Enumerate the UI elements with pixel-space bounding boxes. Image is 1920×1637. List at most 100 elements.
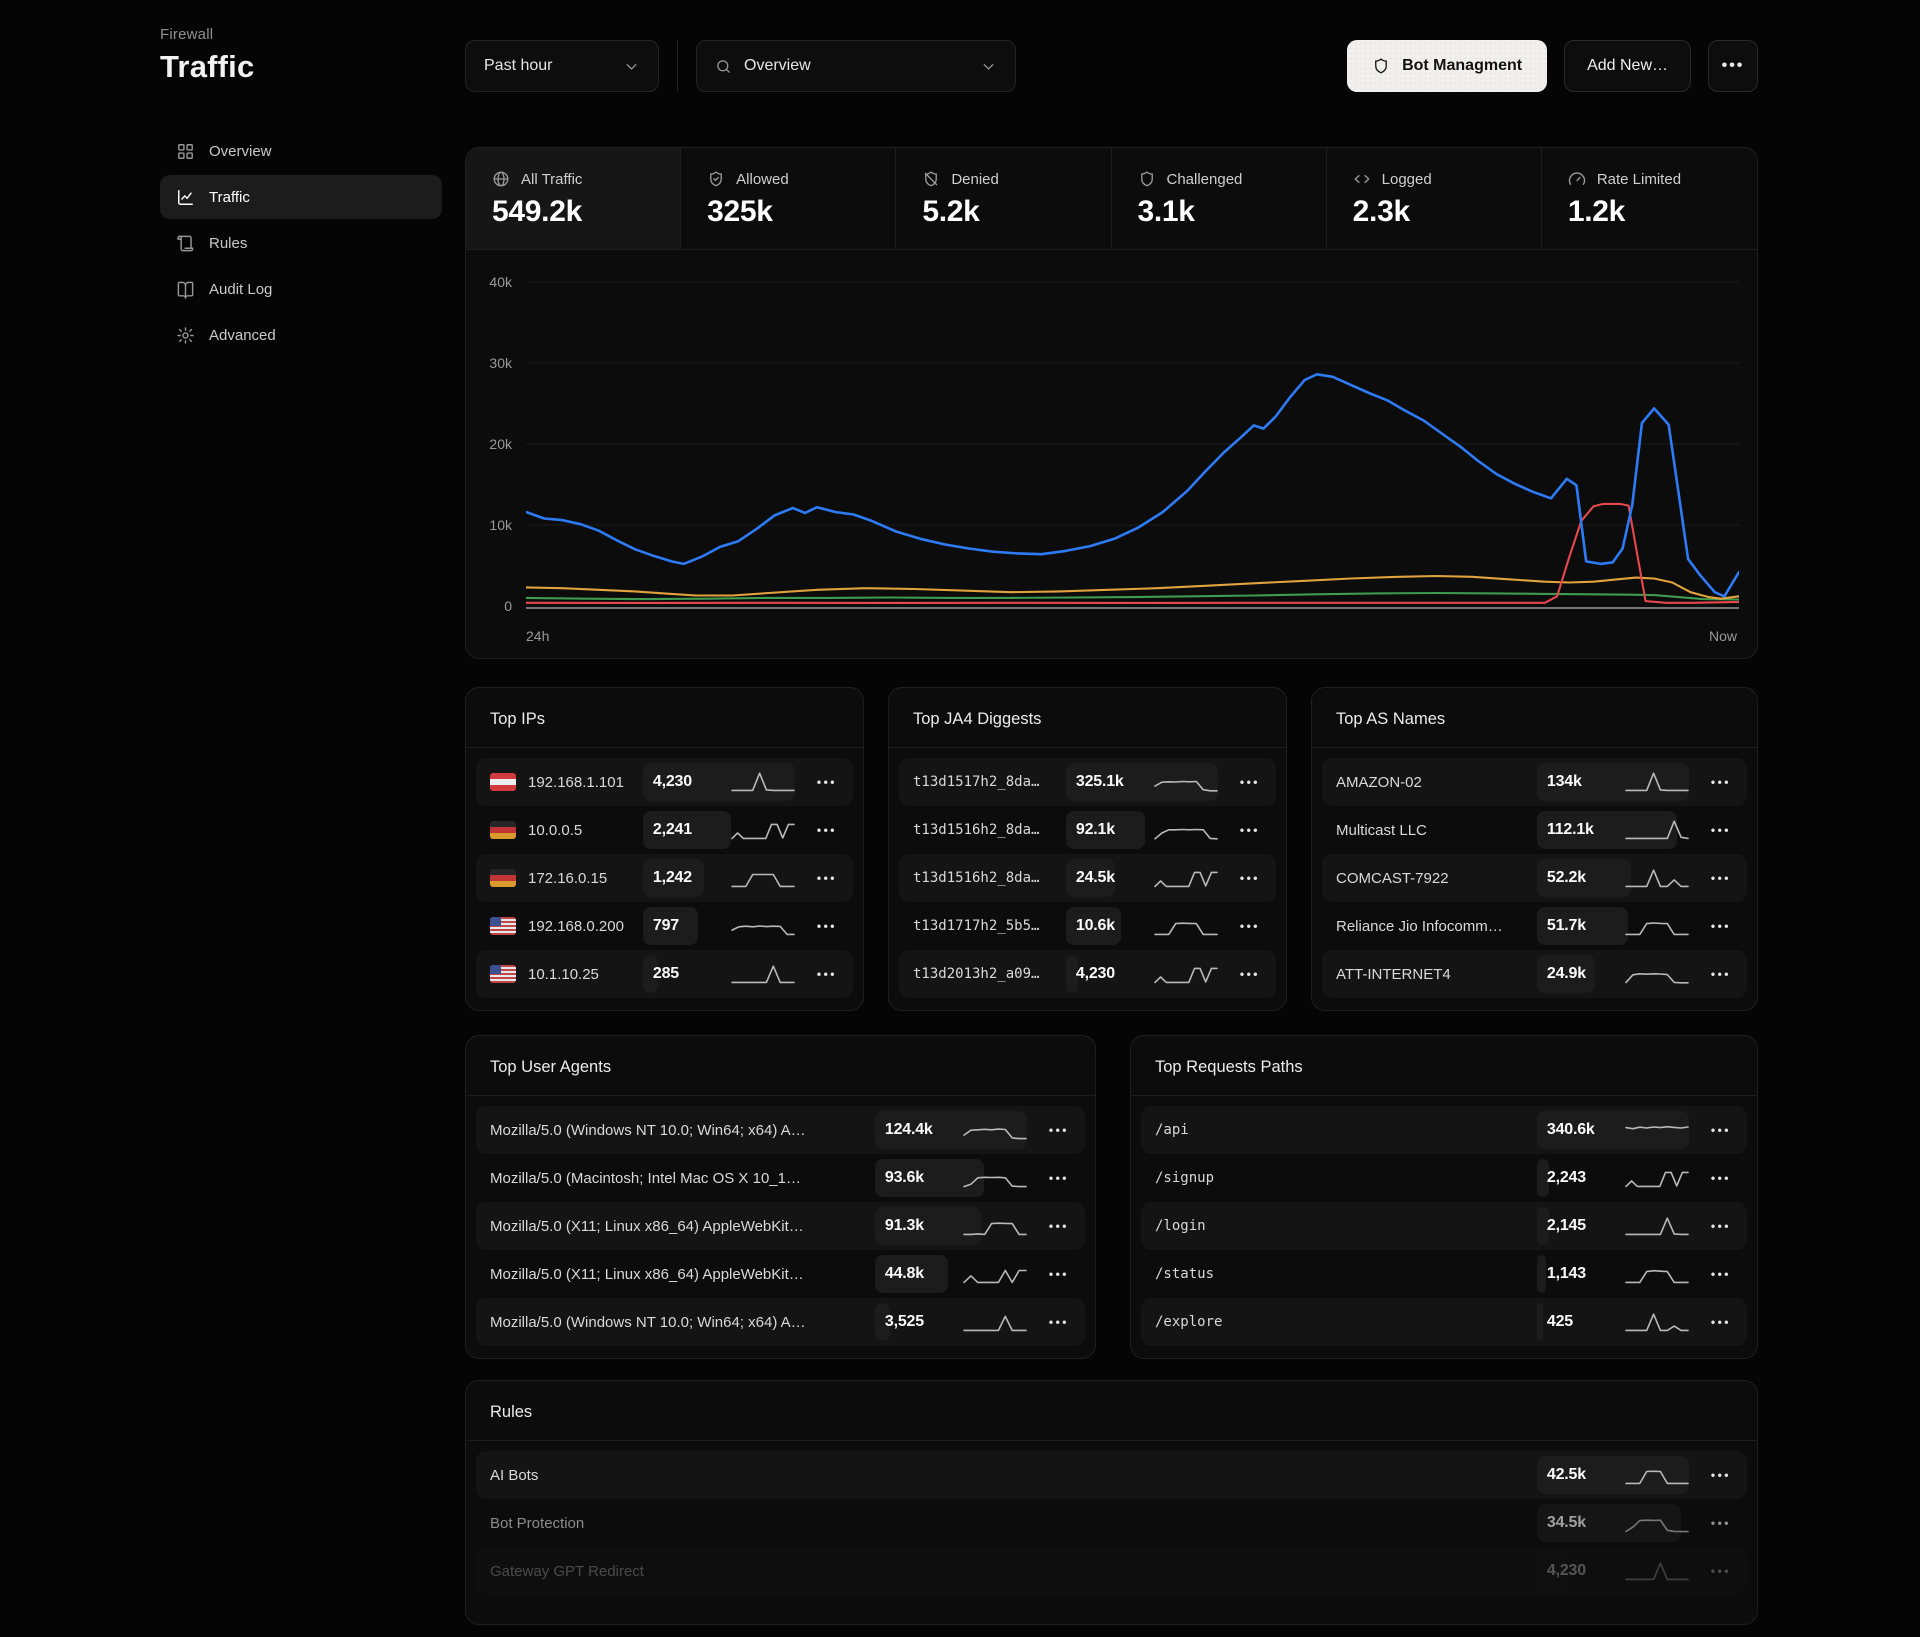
row-more-button[interactable]: ••• [1230, 967, 1266, 981]
row-metric: 24.9k [1537, 955, 1689, 993]
row-more-button[interactable]: ••• [1230, 871, 1266, 885]
row-metric: 44.8k [875, 1255, 1027, 1293]
sparkline [1625, 1462, 1689, 1488]
row-more-button[interactable]: ••• [1701, 1123, 1737, 1137]
rule-label: Gateway GPT Redirect [490, 1563, 1525, 1580]
sparkline [1154, 817, 1218, 843]
table-row[interactable]: /status 1,143 ••• [1141, 1250, 1747, 1298]
row-more-button[interactable]: ••• [1701, 1171, 1737, 1185]
row-more-button[interactable]: ••• [807, 967, 843, 981]
row-more-button[interactable]: ••• [1039, 1219, 1075, 1233]
row-metric: 4,230 [643, 763, 795, 801]
table-row[interactable]: t13d2013h2_a09… 4,230 ••• [899, 950, 1276, 998]
table-row[interactable]: Bot Protection 34.5k ••• [476, 1499, 1747, 1547]
row-more-button[interactable]: ••• [807, 823, 843, 837]
stat-tab-rate-limited[interactable]: Rate Limited 1.2k [1542, 148, 1757, 249]
sidebar-item-traffic[interactable]: Traffic [160, 175, 442, 219]
row-value: 44.8k [875, 1265, 924, 1283]
bot-management-button[interactable]: Bot Managment [1347, 40, 1547, 92]
table-row[interactable]: t13d1717h2_5b5… 10.6k ••• [899, 902, 1276, 950]
top-ja4-rows: t13d1517h2_8da… 325.1k ••• t13d1516h2_8d… [889, 748, 1286, 1010]
table-row[interactable]: /explore 425 ••• [1141, 1298, 1747, 1346]
table-row[interactable]: 172.16.0.15 1,242 ••• [476, 854, 853, 902]
stat-tab-all-traffic[interactable]: All Traffic 549.2k [466, 148, 681, 249]
table-row[interactable]: /login 2,145 ••• [1141, 1202, 1747, 1250]
stat-tab-challenged[interactable]: Challenged 3.1k [1112, 148, 1327, 249]
chart-canvas [526, 278, 1739, 618]
toolbar-divider [677, 40, 678, 92]
row-more-button[interactable]: ••• [1230, 823, 1266, 837]
row-more-button[interactable]: ••• [1039, 1315, 1075, 1329]
table-row[interactable]: Mozilla/5.0 (Macintosh; Intel Mac OS X 1… [476, 1154, 1085, 1202]
row-value: 2,145 [1537, 1217, 1586, 1235]
toolbar: Past hour Overview Bot Managment Add New… [465, 40, 1758, 92]
sidebar-item-overview[interactable]: Overview [160, 129, 442, 173]
table-row[interactable]: COMCAST-7922 52.2k ••• [1322, 854, 1747, 902]
stat-tab-denied[interactable]: Denied 5.2k [896, 148, 1111, 249]
stat-tab-allowed[interactable]: Allowed 325k [681, 148, 896, 249]
table-row[interactable]: Mozilla/5.0 (Windows NT 10.0; Win64; x64… [476, 1298, 1085, 1346]
table-row[interactable]: 192.168.0.200 797 ••• [476, 902, 853, 950]
user-agent-label: Mozilla/5.0 (X11; Linux x86_64) AppleWeb… [490, 1266, 863, 1283]
table-row[interactable]: t13d1516h2_8da… 24.5k ••• [899, 854, 1276, 902]
table-row[interactable]: 10.0.0.5 2,241 ••• [476, 806, 853, 854]
table-row[interactable]: 10.1.10.25 285 ••• [476, 950, 853, 998]
view-search-select[interactable]: Overview [696, 40, 1016, 92]
row-more-button[interactable]: ••• [1701, 1468, 1737, 1482]
row-more-button[interactable]: ••• [1701, 967, 1737, 981]
traffic-line-chart[interactable]: 40k 30k 20k 10k 0 [526, 278, 1739, 618]
table-row[interactable]: AI Bots 42.5k ••• [476, 1451, 1747, 1499]
row-more-button[interactable]: ••• [1701, 1219, 1737, 1233]
sidebar-item-audit-log[interactable]: Audit Log [160, 267, 442, 311]
x-axis-labels: 24h Now [526, 628, 1737, 644]
row-more-button[interactable]: ••• [1701, 1516, 1737, 1530]
sparkline [1625, 1165, 1689, 1191]
table-row[interactable]: Mozilla/5.0 (X11; Linux x86_64) AppleWeb… [476, 1250, 1085, 1298]
card-title: Top AS Names [1312, 688, 1757, 747]
main-content: Past hour Overview Bot Managment Add New… [465, 0, 1758, 1625]
shield-icon [1372, 57, 1390, 75]
table-row[interactable]: t13d1516h2_8da… 92.1k ••• [899, 806, 1276, 854]
row-more-button[interactable]: ••• [1230, 919, 1266, 933]
row-more-button[interactable]: ••• [1039, 1123, 1075, 1137]
row-more-button[interactable]: ••• [807, 919, 843, 933]
view-value: Overview [744, 57, 811, 75]
table-row[interactable]: Reliance Jio Infocomm… 51.7k ••• [1322, 902, 1747, 950]
row-metric: 91.3k [875, 1207, 1027, 1245]
row-value: 42.5k [1537, 1466, 1586, 1484]
table-row[interactable]: 192.168.1.101 4,230 ••• [476, 758, 853, 806]
row-more-button[interactable]: ••• [1701, 1564, 1737, 1578]
row-more-button[interactable]: ••• [1701, 1267, 1737, 1281]
sidebar-item-advanced[interactable]: Advanced [160, 313, 442, 357]
time-range-select[interactable]: Past hour [465, 40, 659, 92]
top-user-agents-card: Top User Agents Mozilla/5.0 (Windows NT … [465, 1035, 1096, 1359]
row-more-button[interactable]: ••• [807, 775, 843, 789]
table-row[interactable]: Mozilla/5.0 (X11; Linux x86_64) AppleWeb… [476, 1202, 1085, 1250]
path-label: /login [1155, 1218, 1525, 1234]
row-more-button[interactable]: ••• [1039, 1267, 1075, 1281]
table-row[interactable]: t13d1517h2_8da… 325.1k ••• [899, 758, 1276, 806]
more-actions-button[interactable]: ••• [1708, 40, 1758, 92]
sidebar-item-rules[interactable]: Rules [160, 221, 442, 265]
table-row[interactable]: AMAZON-02 134k ••• [1322, 758, 1747, 806]
stat-tab-logged[interactable]: Logged 2.3k [1327, 148, 1542, 249]
table-row[interactable]: Gateway GPT Redirect 4,230 ••• [476, 1547, 1747, 1595]
stat-label: Allowed [736, 171, 789, 188]
table-row[interactable]: /signup 2,243 ••• [1141, 1154, 1747, 1202]
table-row[interactable]: Mozilla/5.0 (Windows NT 10.0; Win64; x64… [476, 1106, 1085, 1154]
ja4-label: t13d1516h2_8da… [913, 870, 1054, 886]
row-more-button[interactable]: ••• [1039, 1171, 1075, 1185]
table-row[interactable]: ATT-INTERNET4 24.9k ••• [1322, 950, 1747, 998]
row-more-button[interactable]: ••• [807, 871, 843, 885]
table-row[interactable]: Multicast LLC 112.1k ••• [1322, 806, 1747, 854]
row-more-button[interactable]: ••• [1230, 775, 1266, 789]
row-more-button[interactable]: ••• [1701, 775, 1737, 789]
line-chart-icon [176, 188, 195, 207]
row-more-button[interactable]: ••• [1701, 823, 1737, 837]
table-row[interactable]: /api 340.6k ••• [1141, 1106, 1747, 1154]
row-more-button[interactable]: ••• [1701, 871, 1737, 885]
sidebar-nav: Overview Traffic Rules Audit Log Advance… [160, 129, 442, 357]
add-new-button[interactable]: Add New… [1564, 40, 1691, 92]
row-more-button[interactable]: ••• [1701, 1315, 1737, 1329]
row-more-button[interactable]: ••• [1701, 919, 1737, 933]
